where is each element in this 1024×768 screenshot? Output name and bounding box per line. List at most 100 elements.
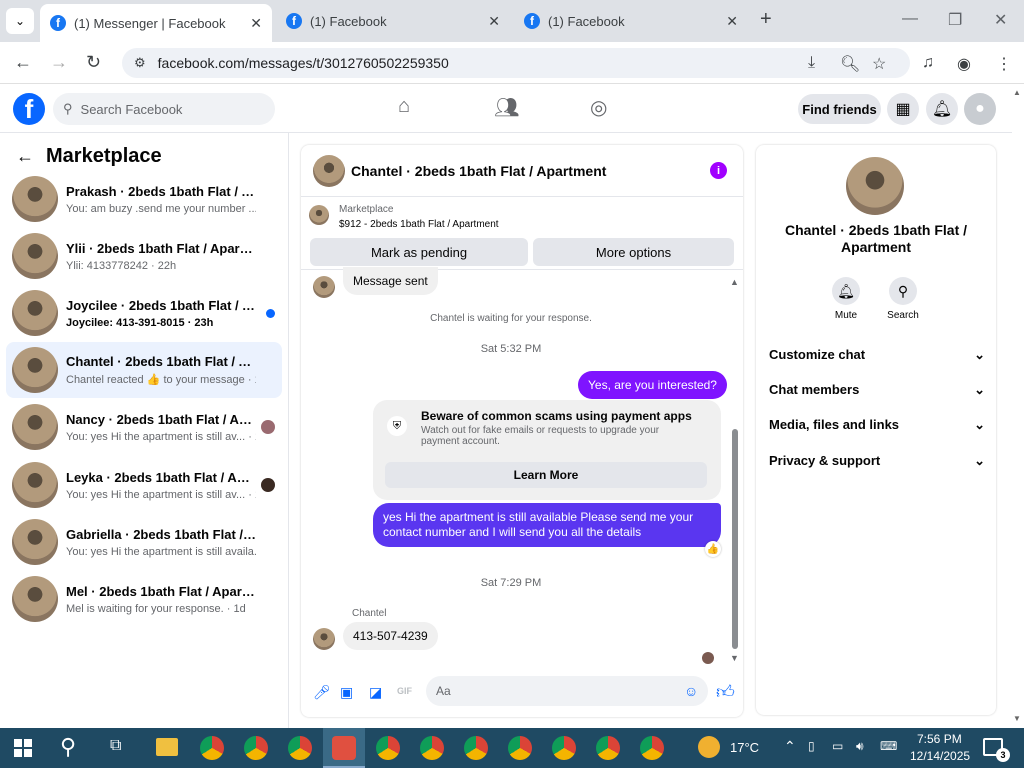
message-input[interactable]: Aa	[426, 676, 708, 706]
home-icon[interactable]: ⌂	[398, 95, 410, 118]
tab-facebook-1[interactable]: f (1) Facebook ✕	[276, 6, 510, 36]
sticker-icon[interactable]: ◪	[369, 684, 382, 701]
close-window-icon[interactable]: ✕	[994, 10, 1007, 30]
task-view-icon[interactable]: ⧉	[110, 737, 121, 755]
url-bar[interactable]: ⚙ facebook.com/messages/t/30127605022593…	[122, 48, 910, 78]
scroll-down-icon[interactable]: ▼	[730, 653, 739, 663]
new-tab-icon[interactable]: +	[760, 8, 772, 31]
chat-avatar[interactable]	[313, 154, 345, 187]
conversation-item[interactable]: Prakash · 2beds 1bath Flat / Apart... Yo…	[6, 171, 282, 227]
chrome-icon[interactable]	[640, 736, 664, 760]
privacy-support-section[interactable]: Privacy & support ⌄	[769, 453, 985, 469]
conversation-item[interactable]: Mel · 2beds 1bath Flat / Apartment Mel i…	[6, 571, 282, 627]
learn-more-button[interactable]: Learn More	[385, 462, 707, 488]
conversation-item[interactable]: Joycilee · 2beds 1bath Flat / Apar... Jo…	[6, 285, 282, 341]
page-scroll-down-icon[interactable]: ▼	[1013, 714, 1021, 723]
notifications-bell-icon[interactable]: 🔔︎	[926, 93, 958, 125]
conversation-item[interactable]: Nancy · 2beds 1bath Flat / Apart... You:…	[6, 399, 282, 455]
thumbs-up-send-icon[interactable]: 👍︎	[716, 681, 735, 703]
outgoing-message[interactable]: yes Hi the apartment is still available …	[373, 503, 721, 547]
listing-thumbnail[interactable]	[309, 205, 329, 225]
tab-search-button[interactable]: ⌄	[6, 8, 34, 34]
menu-grid-icon[interactable]: ▦	[887, 93, 919, 125]
profile-icon[interactable]: ◉	[957, 54, 971, 74]
active-app-highlight[interactable]	[323, 728, 365, 768]
forward-icon[interactable]: →	[50, 52, 68, 73]
conversation-name: Leyka · 2beds 1bath Flat / Apart...	[66, 469, 256, 485]
chat-profile-avatar[interactable]	[846, 157, 904, 215]
tab-facebook-2[interactable]: f (1) Facebook ✕	[514, 6, 748, 36]
mark-as-pending-button[interactable]: Mark as pending	[310, 238, 528, 266]
scroll-up-icon[interactable]: ▲	[730, 277, 739, 287]
site-info-icon[interactable]: ⚙	[134, 55, 146, 71]
search-in-chat-button[interactable]: ⚲ Search	[878, 277, 928, 321]
back-icon[interactable]: ←	[14, 52, 32, 73]
outgoing-message[interactable]: Yes, are you interested?	[578, 371, 727, 399]
incoming-message[interactable]: 413-507-4239	[343, 622, 438, 650]
close-tab-icon[interactable]: ✕	[250, 15, 262, 32]
clock-time[interactable]: 7:56 PM	[917, 732, 962, 746]
account-avatar-icon[interactable]: ●	[964, 93, 996, 125]
chat-title[interactable]: Chantel · 2beds 1bath Flat / Apartment	[351, 163, 606, 179]
find-friends-button[interactable]: Find friends	[798, 94, 881, 124]
chrome-icon[interactable]	[376, 736, 400, 760]
conversation-info-icon[interactable]: i	[710, 162, 727, 179]
facebook-favicon-icon: f	[50, 15, 66, 31]
chrome-icon[interactable]	[596, 736, 620, 760]
chrome-icon[interactable]	[288, 736, 312, 760]
chrome-icon[interactable]	[508, 736, 532, 760]
file-explorer-icon[interactable]	[156, 738, 178, 756]
chrome-icon[interactable]	[244, 736, 268, 760]
media-controls-icon[interactable]: ♫	[922, 54, 934, 72]
search-icon[interactable]: ⚲	[60, 734, 76, 760]
chrome-icon[interactable]	[552, 736, 576, 760]
bookmark-star-icon[interactable]: ☆	[872, 54, 886, 74]
facebook-search-input[interactable]: ⚲ Search Facebook	[53, 93, 275, 125]
weather-temp[interactable]: 17°C	[730, 740, 759, 755]
gif-icon[interactable]: GIF	[397, 686, 412, 696]
conversation-item-selected[interactable]: Chantel · 2beds 1bath Flat / Apart... Ch…	[6, 342, 282, 398]
zoom-icon[interactable]: 🔍︎	[840, 54, 860, 74]
chevron-up-icon[interactable]: ⌃	[784, 738, 796, 755]
listing-price-title[interactable]: $912 - 2beds 1bath Flat / Apartment	[339, 219, 499, 230]
reload-icon[interactable]: ↻	[86, 52, 101, 73]
close-tab-icon[interactable]: ✕	[488, 13, 500, 30]
friends-icon[interactable]: 👥︎	[494, 95, 519, 120]
photo-icon[interactable]: ▣	[340, 684, 353, 701]
minimize-icon[interactable]: —	[902, 10, 918, 28]
restore-icon[interactable]: ❐	[948, 10, 962, 30]
chrome-menu-icon[interactable]: ⋮	[996, 54, 1012, 74]
tab-messenger[interactable]: f (1) Messenger | Facebook ✕	[40, 4, 272, 42]
more-options-button[interactable]: More options	[533, 238, 734, 266]
windows-start-icon[interactable]	[14, 739, 32, 757]
facebook-logo-icon[interactable]: f	[13, 93, 45, 125]
message-scrollbar[interactable]	[732, 429, 738, 649]
media-files-links-section[interactable]: Media, files and links ⌄	[769, 417, 985, 433]
chevron-down-icon: ⌄	[974, 417, 985, 432]
weather-icon[interactable]	[698, 736, 720, 758]
emoji-icon[interactable]: ☺	[684, 683, 698, 699]
facebook-favicon-icon: f	[286, 13, 302, 29]
chrome-icon[interactable]	[200, 736, 224, 760]
clock-date[interactable]: 12/14/2025	[910, 749, 970, 763]
device-icon[interactable]: ▯	[808, 739, 815, 753]
page-scroll-up-icon[interactable]: ▲	[1013, 88, 1021, 97]
network-icon[interactable]: ▭	[832, 739, 843, 753]
keyboard-icon[interactable]: ⌨	[880, 739, 897, 753]
chrome-icon[interactable]	[464, 736, 488, 760]
conversation-item[interactable]: Leyka · 2beds 1bath Flat / Apart... You:…	[6, 457, 282, 513]
microphone-icon[interactable]: 🎤︎	[313, 684, 331, 701]
conversation-item[interactable]: Gabriella · 2beds 1bath Flat / Apart... …	[6, 514, 282, 570]
install-app-icon[interactable]: ⤓	[808, 54, 815, 72]
groups-icon[interactable]: ◎	[590, 95, 607, 120]
close-tab-icon[interactable]: ✕	[726, 13, 738, 30]
waiting-notice: Chantel is waiting for your response.	[430, 313, 592, 324]
chat-members-section[interactable]: Chat members ⌄	[769, 382, 985, 398]
customize-chat-section[interactable]: Customize chat ⌄	[769, 347, 985, 363]
chrome-icon[interactable]	[420, 736, 444, 760]
back-arrow-icon[interactable]: ←	[16, 146, 34, 167]
mute-button[interactable]: 🔔︎ Mute	[821, 277, 871, 321]
volume-icon[interactable]: 🔊︎	[856, 739, 864, 754]
conversation-item[interactable]: Ylii · 2beds 1bath Flat / Apartment Ylii…	[6, 228, 282, 284]
url-text: facebook.com/messages/t/3012760502259350	[157, 55, 449, 71]
